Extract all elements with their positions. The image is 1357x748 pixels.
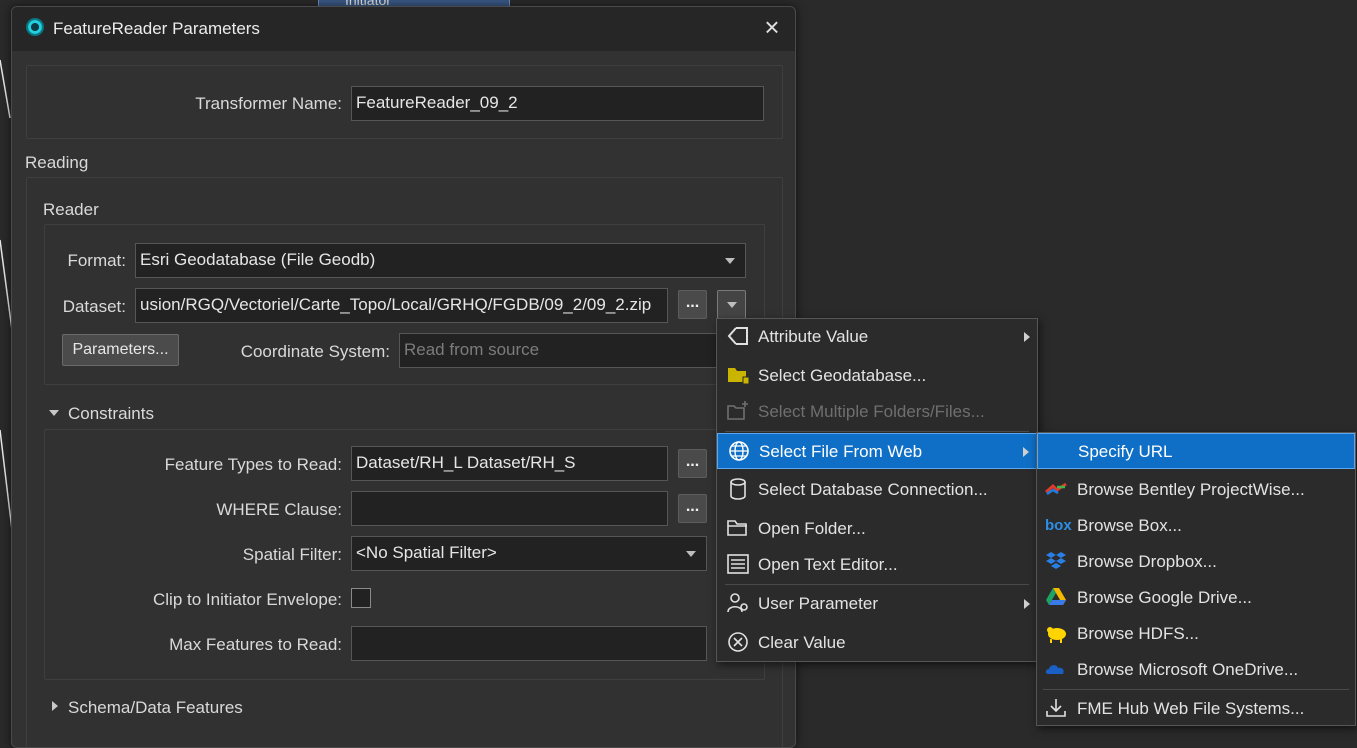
max-features-label: Max Features to Read:: [169, 635, 342, 654]
submenu-item-specify-url[interactable]: Specify URL: [1037, 433, 1355, 469]
onedrive-icon: [1045, 665, 1064, 674]
parameters-button[interactable]: Parameters...: [62, 334, 179, 366]
projectwise-icon: [1045, 482, 1067, 496]
menu-item-clear-value[interactable]: Clear Value: [717, 625, 1037, 661]
clip-envelope-label: Clip to Initiator Envelope:: [153, 590, 342, 609]
chevron-down-icon: [686, 551, 696, 557]
menu-item-select-file-from-web[interactable]: Select File From Web: [717, 433, 1037, 469]
box-icon: box: [1045, 517, 1072, 534]
featurereader-dialog: FeatureReader Parameters × Transformer N…: [11, 6, 796, 748]
dataset-browse-button[interactable]: ...: [678, 290, 707, 319]
transformer-name-input[interactable]: FeatureReader_09_2: [351, 86, 764, 121]
download-icon: [1046, 699, 1066, 717]
user-parameter-icon: [727, 593, 748, 613]
text-editor-icon: [727, 554, 749, 574]
schema-section-label[interactable]: Schema/Data Features: [68, 698, 243, 718]
submenu-item-dropbox[interactable]: Browse Dropbox...: [1037, 544, 1355, 580]
submenu-item-google-drive[interactable]: Browse Google Drive...: [1037, 580, 1355, 616]
submenu-item-fme-hub[interactable]: FME Hub Web File Systems...: [1037, 691, 1355, 727]
coordinate-system-input[interactable]: Read from source: [399, 333, 729, 368]
menu-item-select-multiple[interactable]: Select Multiple Folders/Files...: [717, 394, 1037, 430]
format-label: Format:: [67, 251, 126, 270]
google-drive-icon: [1046, 588, 1066, 605]
menu-item-select-database-connection[interactable]: Select Database Connection...: [717, 472, 1037, 508]
feature-types-browse-button[interactable]: ...: [678, 449, 707, 478]
feature-types-input[interactable]: Dataset/RH_L Dataset/RH_S: [351, 446, 668, 481]
multi-folder-icon: [727, 401, 748, 420]
dataset-input[interactable]: usion/RGQ/Vectoriel/Carte_Topo/Local/GRH…: [135, 288, 668, 323]
geodatabase-folder-icon: [728, 368, 749, 385]
where-clause-input[interactable]: [351, 491, 668, 526]
chevron-down-icon: [727, 302, 737, 308]
attribute-value-icon: [727, 327, 748, 345]
reading-section-label: Reading: [25, 153, 89, 172]
collapse-triangle-icon[interactable]: [49, 410, 59, 416]
coordinate-system-label: Coordinate System:: [240, 342, 390, 361]
folder-icon: [727, 520, 747, 536]
dialog-title: FeatureReader Parameters: [53, 19, 260, 38]
globe-icon: [729, 441, 749, 461]
submenu-item-hdfs[interactable]: Browse HDFS...: [1037, 616, 1355, 652]
submenu-item-box[interactable]: box Browse Box...: [1037, 508, 1355, 544]
menu-item-select-geodatabase[interactable]: Select Geodatabase...: [717, 358, 1037, 394]
menu-item-open-folder[interactable]: Open Folder...: [717, 511, 1037, 547]
reader-section-label: Reader: [43, 200, 99, 219]
format-select-value: Esri Geodatabase (File Geodb): [140, 250, 376, 269]
feature-types-label: Feature Types to Read:: [164, 455, 342, 474]
spatial-filter-value: <No Spatial Filter>: [356, 543, 497, 562]
menu-item-user-parameter[interactable]: User Parameter: [717, 586, 1037, 622]
dataset-dropdown-button[interactable]: [717, 290, 746, 319]
where-clause-browse-button[interactable]: ...: [678, 494, 707, 523]
spatial-filter-label: Spatial Filter:: [242, 545, 342, 564]
where-clause-label: WHERE Clause:: [216, 500, 342, 519]
chevron-right-icon: [1023, 447, 1029, 457]
dialog-titlebar: FeatureReader Parameters ×: [12, 7, 795, 51]
chevron-down-icon: [725, 258, 735, 264]
format-select[interactable]: Esri Geodatabase (File Geodb): [135, 243, 746, 278]
hdfs-icon: [1047, 627, 1066, 643]
clip-envelope-checkbox[interactable]: [351, 588, 371, 608]
transformer-name-label: Transformer Name:: [195, 94, 342, 113]
submenu-item-bentley[interactable]: Browse Bentley ProjectWise...: [1037, 472, 1355, 508]
dropbox-icon: [1046, 552, 1066, 569]
dataset-context-menu: Attribute Value Select Geodatabase... Se…: [716, 318, 1038, 662]
database-icon: [730, 478, 746, 500]
chevron-right-icon: [1024, 332, 1030, 342]
menu-item-open-text-editor[interactable]: Open Text Editor...: [717, 547, 1037, 583]
menu-item-attribute-value[interactable]: Attribute Value: [717, 319, 1037, 355]
fme-app-icon: [26, 18, 44, 36]
expand-triangle-icon[interactable]: [52, 701, 58, 711]
max-features-input[interactable]: [351, 626, 707, 661]
web-file-submenu: Specify URL Browse Bentley ProjectWise..…: [1036, 432, 1356, 726]
clear-icon: [728, 632, 748, 652]
dataset-label: Dataset:: [62, 297, 126, 316]
constraints-section-label[interactable]: Constraints: [68, 404, 154, 424]
close-icon[interactable]: ×: [758, 13, 786, 41]
spatial-filter-select[interactable]: <No Spatial Filter>: [351, 536, 707, 571]
chevron-right-icon: [1024, 599, 1030, 609]
submenu-item-onedrive[interactable]: Browse Microsoft OneDrive...: [1037, 652, 1355, 688]
